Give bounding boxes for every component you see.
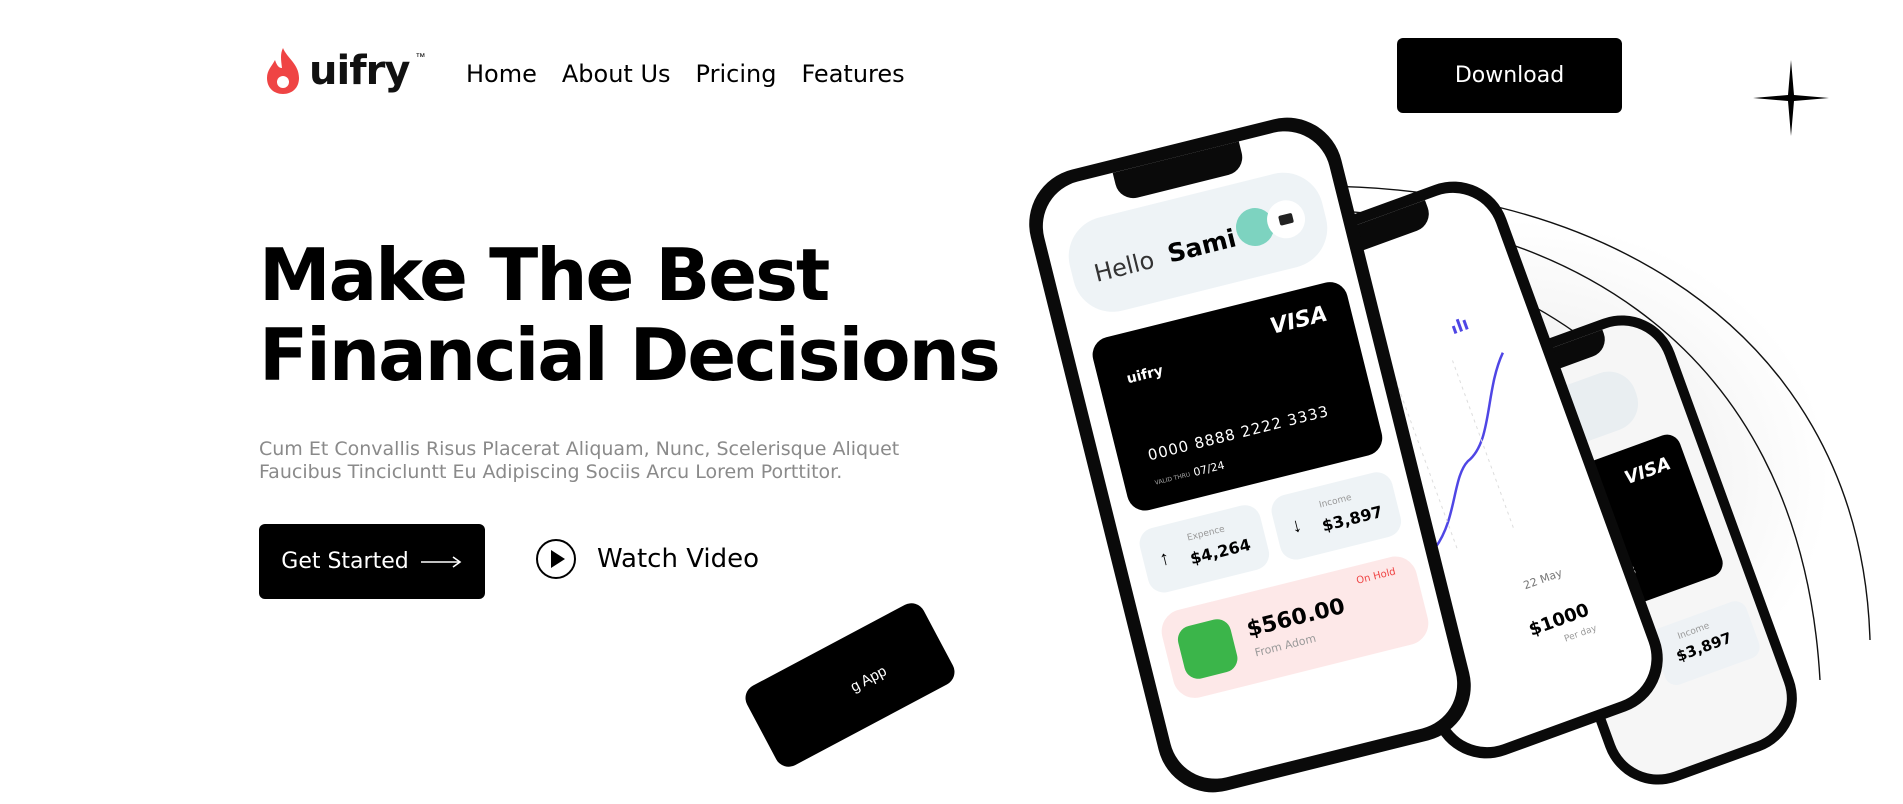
greeting-text: Hello — [1091, 245, 1158, 288]
brand-name: uifry — [309, 48, 410, 94]
watch-video-button[interactable]: Watch Video — [535, 538, 759, 580]
nav-features[interactable]: Features — [801, 60, 904, 88]
app-store-badge-label: g App — [847, 662, 890, 696]
income-label: Income — [1318, 492, 1353, 511]
card-number: 0000 8888 2222 3333 — [1145, 401, 1331, 465]
get-started-button[interactable]: Get Started — [259, 524, 485, 599]
main-nav: Home About Us Pricing Features — [466, 60, 930, 88]
hero-title-line1: Make The Best — [259, 233, 830, 317]
hero-subtitle: Cum Et Convallis Risus Placerat Aliquam,… — [259, 438, 900, 483]
phones-illustration: VISA 33 Income $3,897 s 22 May $1000 Per… — [1017, 105, 1903, 804]
payer-avatar — [1174, 616, 1241, 682]
back-income-tile: Income $3,897 — [1648, 597, 1764, 689]
nav-pricing[interactable]: Pricing — [696, 60, 777, 88]
bar-chart-icon — [1451, 318, 1469, 335]
user-name: Sami — [1164, 223, 1239, 269]
middle-date: 22 May — [1521, 566, 1564, 593]
nav-home[interactable]: Home — [466, 60, 537, 88]
income-tile: ↓ Income $3,897 — [1268, 468, 1405, 563]
play-icon — [536, 539, 576, 579]
nav-about-us[interactable]: About Us — [562, 60, 671, 88]
watch-video-label: Watch Video — [597, 544, 760, 574]
download-button[interactable]: Download — [1397, 38, 1622, 113]
hero-title-line2: Financial Decisions — [259, 313, 1001, 397]
arrow-down-icon: ↓ — [1289, 513, 1305, 538]
arrow-right-icon — [420, 555, 462, 568]
arrow-up-icon: ↑ — [1157, 546, 1173, 571]
back-card-network: VISA — [1621, 453, 1674, 490]
brand-logo[interactable]: uifry ™ — [263, 46, 425, 96]
payment-status: On Hold — [1355, 566, 1397, 587]
get-started-label: Get Started — [281, 549, 409, 574]
app-store-badge[interactable]: g App — [740, 598, 960, 772]
card-network: VISA — [1267, 301, 1331, 340]
card-valid-label: VALID THRU — [1154, 471, 1192, 487]
credit-card[interactable]: uifry VISA 0000 8888 2222 3333 VALID THR… — [1088, 278, 1387, 515]
trademark: ™ — [415, 51, 426, 63]
card-brand: uifry — [1125, 362, 1165, 388]
card-valid-thru: 07/24 — [1192, 458, 1226, 479]
flame-icon — [267, 48, 299, 94]
hero-title: Make The Best Financial Decisions — [259, 233, 1001, 397]
expense-tile: ↑ Expence $4,264 — [1136, 501, 1273, 596]
